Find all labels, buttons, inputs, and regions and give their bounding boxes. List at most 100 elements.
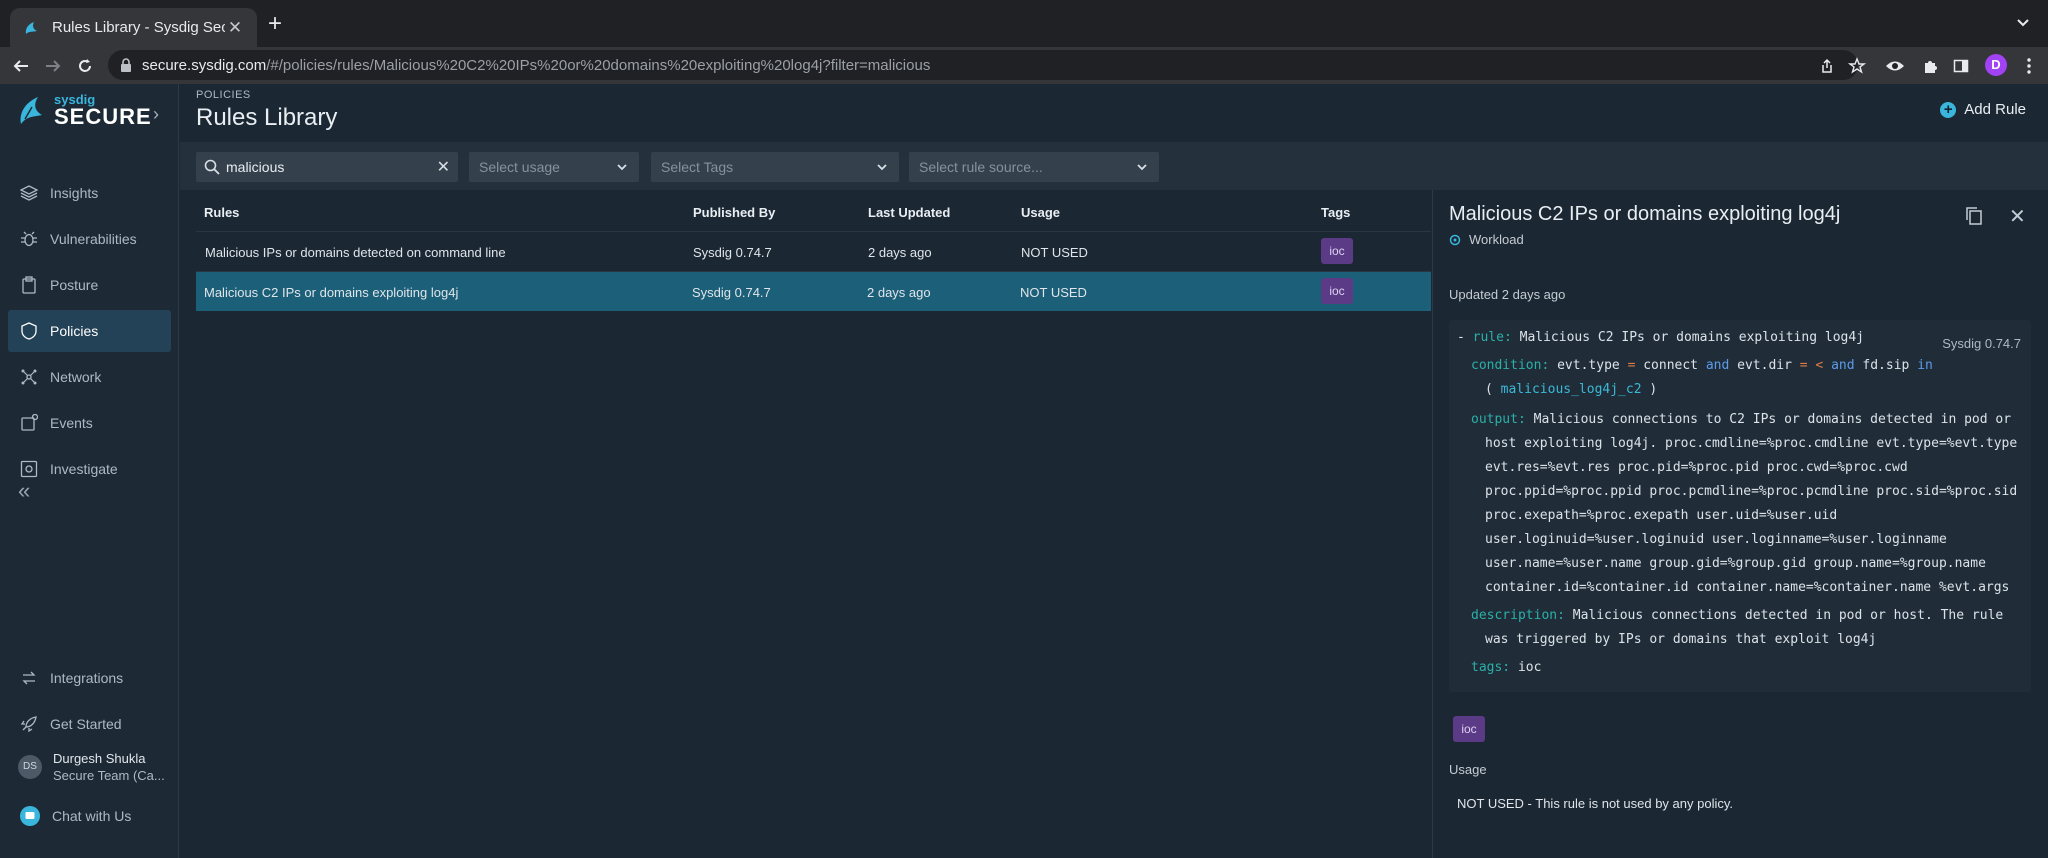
page-header: POLICIES Rules Library + Add Rule: [180, 84, 2048, 142]
sidebar-item-label: Vulnerabilities: [50, 231, 137, 247]
share-icon[interactable]: [1816, 55, 1838, 77]
browser-toolbar: secure.sysdig.com/#/policies/rules/Malic…: [0, 47, 2048, 84]
side-panel-icon[interactable]: [1950, 55, 1972, 77]
usage: NOT USED: [1021, 245, 1088, 260]
profile-avatar[interactable]: D: [1985, 54, 2007, 76]
sidebar-item-insights[interactable]: Insights: [8, 172, 171, 214]
yaml-output-cont: evt.res=%evt.res proc.pid=%proc.pid proc…: [1485, 460, 1908, 475]
user-avatar: DS: [18, 755, 42, 779]
chat-with-us-button[interactable]: Chat with Us: [8, 795, 171, 837]
user-team: Secure Team (Ca...: [53, 768, 165, 783]
browser-tab[interactable]: Rules Library - Sysdig Secure ✕: [10, 8, 257, 47]
collapse-sidebar-icon[interactable]: «: [18, 478, 30, 504]
sidebar: sysdig SECURE › Insights Vulnerabilities…: [0, 84, 179, 858]
clear-search-icon[interactable]: ✕: [437, 157, 450, 177]
yaml-description-cont: was triggered by IPs or domains that exp…: [1485, 632, 1877, 647]
chevron-down-icon: [1137, 164, 1147, 171]
workload-icon: [1449, 234, 1461, 245]
sidebar-item-events[interactable]: Events: [8, 402, 171, 444]
published-by: Sysdig 0.74.7: [692, 285, 771, 300]
expand-chevron-icon[interactable]: ›: [153, 104, 159, 125]
add-rule-label: Add Rule: [1964, 101, 2026, 118]
yaml-output-line: output: Malicious connections to C2 IPs …: [1471, 412, 2012, 427]
url-text: secure.sysdig.com/#/policies/rules/Malic…: [142, 56, 931, 74]
sidebar-item-integrations[interactable]: Integrations: [8, 657, 171, 699]
detail-tag-badge[interactable]: ioc: [1453, 716, 1485, 742]
last-updated: 2 days ago: [867, 285, 931, 300]
sidebar-item-label: Insights: [50, 185, 99, 201]
yaml-tags-line: tags: ioc: [1471, 660, 1542, 675]
reload-button[interactable]: [72, 53, 98, 79]
bug-icon: [21, 231, 37, 247]
rules-table: Rules Published By Last Updated Usage Ta…: [196, 190, 1431, 311]
table-row-selected[interactable]: Malicious C2 IPs or domains exploiting l…: [196, 271, 1431, 311]
sidebar-item-investigate[interactable]: Investigate: [8, 448, 171, 490]
search-input[interactable]: [226, 159, 426, 175]
eye-extension-icon[interactable]: [1884, 55, 1906, 77]
sidebar-item-network[interactable]: Network: [8, 356, 171, 398]
sidebar-item-label: Network: [50, 369, 102, 385]
back-button[interactable]: [8, 53, 34, 79]
rule-detail-panel: Malicious C2 IPs or domains exploiting l…: [1432, 190, 2048, 858]
tab-list-chevron-icon[interactable]: [2012, 12, 2034, 34]
usage-text: NOT USED - This rule is not used by any …: [1457, 796, 1733, 811]
sidebar-item-policies[interactable]: Policies: [8, 310, 171, 352]
rule-type-label: Workload: [1469, 232, 1524, 247]
bookmark-star-icon[interactable]: [1846, 55, 1868, 77]
tab-close-icon[interactable]: ✕: [225, 18, 245, 38]
tag-badge[interactable]: ioc: [1321, 278, 1353, 304]
usage-select[interactable]: Select usage: [469, 152, 639, 182]
yaml-output-cont: user.loginuid=%user.loginuid user.loginn…: [1485, 532, 1947, 547]
tags-select[interactable]: Select Tags: [651, 152, 899, 182]
user-profile[interactable]: DS Durgesh Shukla Secure Team (Ca...: [18, 751, 165, 783]
new-tab-button[interactable]: +: [260, 10, 290, 40]
browser-tabbar: Rules Library - Sysdig Secure ✕ +: [0, 0, 2048, 47]
sysdig-favicon-icon: [25, 21, 37, 34]
sidebar-item-label: Policies: [50, 323, 99, 339]
table-row[interactable]: Malicious IPs or domains detected on com…: [196, 231, 1431, 271]
rule-source-select[interactable]: Select rule source...: [909, 152, 1159, 182]
last-updated: 2 days ago: [868, 245, 932, 260]
brand-big-text: SECURE: [54, 104, 152, 129]
extensions-puzzle-icon[interactable]: [1919, 55, 1941, 77]
column-header-rules[interactable]: Rules: [204, 205, 239, 220]
sysdig-logo[interactable]: sysdig SECURE: [18, 93, 152, 129]
close-icon[interactable]: ✕: [2009, 204, 2026, 229]
forward-button[interactable]: [40, 53, 66, 79]
sidebar-item-label: Integrations: [50, 670, 124, 686]
sysdig-app: sysdig SECURE › Insights Vulnerabilities…: [0, 84, 2048, 858]
sidebar-item-posture[interactable]: Posture: [8, 264, 171, 306]
search-field[interactable]: ✕: [196, 152, 458, 182]
yaml-condition-line: condition: evt.type = connect and evt.di…: [1471, 358, 1933, 373]
search-icon: [204, 159, 220, 175]
rocket-icon: [20, 716, 37, 733]
copy-icon[interactable]: [1965, 206, 1983, 231]
column-header-usage[interactable]: Usage: [1021, 205, 1060, 220]
investigate-icon: [20, 460, 38, 478]
breadcrumb[interactable]: POLICIES: [196, 89, 251, 101]
chevron-down-icon: [877, 164, 887, 171]
rule-source-placeholder: Select rule source...: [919, 159, 1043, 175]
sidebar-item-vulnerabilities[interactable]: Vulnerabilities: [8, 218, 171, 260]
detail-title: Malicious C2 IPs or domains exploiting l…: [1449, 203, 1841, 225]
yaml-description-line: description: Malicious connections detec…: [1471, 608, 2004, 623]
rule-yaml-block: Sysdig 0.74.7 - rule: Malicious C2 IPs o…: [1449, 320, 2031, 692]
yaml-output-cont: proc.exepath=%proc.exepath user.uid=%use…: [1485, 508, 1838, 523]
add-rule-button[interactable]: + Add Rule: [1940, 101, 2026, 118]
yaml-output-cont: user.name=%user.name group.gid=%group.gi…: [1485, 556, 1986, 571]
sidebar-item-get-started[interactable]: Get Started: [8, 703, 171, 745]
sidebar-item-label: Investigate: [50, 461, 118, 477]
yaml-rule-line: - rule: Malicious C2 IPs or domains expl…: [1457, 330, 1864, 345]
column-header-tags[interactable]: Tags: [1321, 205, 1350, 220]
column-header-last-updated[interactable]: Last Updated: [868, 205, 950, 220]
tags-select-placeholder: Select Tags: [661, 159, 734, 175]
column-header-published-by[interactable]: Published By: [693, 205, 775, 220]
browser-menu-icon[interactable]: [2018, 55, 2040, 77]
usage-select-placeholder: Select usage: [479, 159, 560, 175]
usage-label: Usage: [1449, 762, 1487, 777]
tag-badge[interactable]: ioc: [1321, 238, 1353, 264]
yaml-output-cont: host exploiting log4j. proc.cmdline=%pro…: [1485, 436, 2018, 451]
address-bar[interactable]: secure.sysdig.com/#/policies/rules/Malic…: [108, 50, 1858, 80]
published-by: Sysdig 0.74.7: [693, 245, 772, 260]
clipboard-icon: [22, 276, 36, 294]
